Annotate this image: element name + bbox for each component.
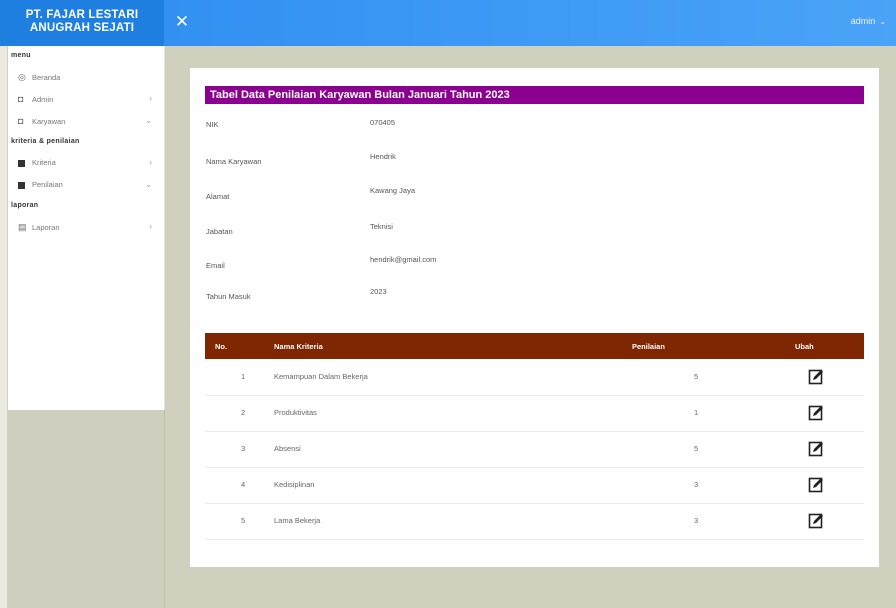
info-value-email: hendrik@gmail.com bbox=[370, 255, 437, 264]
edit-icon[interactable] bbox=[808, 369, 824, 385]
cell-no: 2 bbox=[241, 408, 246, 417]
cell-nama: Produktivitas bbox=[274, 408, 317, 417]
sidebar-item-admin[interactable]: ◘ Admin › bbox=[8, 88, 164, 110]
info-value-jabatan: Teknisi bbox=[370, 222, 393, 231]
cell-nama: Lama Bekerja bbox=[274, 516, 321, 525]
close-sidebar-icon[interactable]: ✕ bbox=[172, 12, 192, 32]
table-row: 4 Kedisiplinan 3 bbox=[205, 468, 864, 504]
table-row: 5 Lama Bekerja 3 bbox=[205, 504, 864, 540]
edit-icon[interactable] bbox=[808, 405, 824, 421]
cell-nilai: 3 bbox=[694, 480, 699, 489]
cell-nilai: 5 bbox=[694, 444, 699, 453]
info-label-tahun-masuk: Tahun Masuk bbox=[206, 292, 251, 301]
sidebar-item-karyawan[interactable]: ◘ Karyawan ⌄ bbox=[8, 110, 164, 132]
cell-nilai: 3 bbox=[694, 516, 699, 525]
info-value-nik: 070405 bbox=[370, 118, 396, 127]
sidebar-item-label: Admin bbox=[32, 95, 54, 104]
cell-nilai: 1 bbox=[694, 408, 699, 417]
chevron-down-icon: ⌄ bbox=[145, 116, 152, 125]
cell-no: 1 bbox=[241, 372, 246, 381]
cell-nama: Absensi bbox=[274, 444, 301, 453]
sidebar-item-kriteria[interactable]: Kriteria › bbox=[8, 152, 164, 174]
cell-no: 5 bbox=[241, 516, 246, 525]
user-name: admin bbox=[850, 16, 876, 26]
sidebar-item-label: Karyawan bbox=[32, 117, 66, 126]
grid-icon bbox=[18, 181, 25, 189]
chevron-down-icon: ⌄ bbox=[145, 180, 152, 189]
sidebar: menu ◎ Beranda ◘ Admin › ◘ Karyawan ⌄ kriteri… bbox=[8, 46, 165, 410]
table-row: 3 Absensi 5 bbox=[205, 432, 864, 468]
home-icon: ◎ bbox=[18, 72, 26, 82]
info-value-nama: Hendrik bbox=[370, 152, 396, 161]
sidebar-item-label: Beranda bbox=[32, 73, 61, 82]
sidebar-item-laporan[interactable]: ▤ Laporan › bbox=[8, 216, 164, 238]
sidebar-item-label: Penilaian bbox=[32, 180, 63, 189]
left-edge bbox=[0, 46, 8, 608]
col-header-nama-kriteria: Nama Kriteria bbox=[274, 342, 323, 351]
chevron-right-icon: › bbox=[149, 222, 152, 231]
grid-icon bbox=[18, 159, 25, 167]
users-icon: ◘ bbox=[18, 116, 24, 126]
col-header-ubah: Ubah bbox=[795, 342, 814, 351]
info-label-nik: NIK bbox=[206, 120, 219, 129]
section-menu: menu bbox=[11, 52, 31, 59]
sidebar-empty-area bbox=[8, 410, 165, 608]
brand-line-2: ANUGRAH SEJATI bbox=[29, 22, 135, 34]
col-header-no: No. bbox=[215, 342, 228, 351]
info-label-alamat: Alamat bbox=[206, 192, 230, 201]
cell-nilai: 5 bbox=[694, 372, 699, 381]
edit-icon[interactable] bbox=[808, 477, 824, 493]
sidebar-item-label: Kriteria bbox=[32, 158, 56, 167]
section-kriteria: kriteria & penilaian bbox=[11, 138, 80, 145]
info-label-email: Email bbox=[206, 261, 225, 270]
cell-no: 3 bbox=[241, 444, 246, 453]
sidebar-item-penilaian[interactable]: Penilaian ⌄ bbox=[8, 174, 164, 196]
table-header: No. Nama Kriteria Penilaian Ubah bbox=[205, 333, 864, 359]
col-header-penilaian: Penilaian bbox=[632, 342, 665, 351]
user-icon: ◘ bbox=[18, 94, 24, 104]
chevron-right-icon: › bbox=[149, 158, 152, 167]
section-laporan: laporan bbox=[11, 202, 39, 209]
edit-icon[interactable] bbox=[808, 441, 824, 457]
cell-no: 4 bbox=[241, 480, 246, 489]
edit-icon[interactable] bbox=[808, 513, 824, 529]
table-row: 2 Produktivitas 1 bbox=[205, 396, 864, 432]
info-label-jabatan: Jabatan bbox=[206, 227, 233, 236]
sidebar-item-label: Laporan bbox=[32, 223, 60, 232]
report-icon: ▤ bbox=[18, 222, 27, 232]
chevron-right-icon: › bbox=[149, 94, 152, 103]
sidebar-item-beranda[interactable]: ◎ Beranda bbox=[8, 66, 164, 88]
cell-nama: Kedisiplinan bbox=[274, 480, 315, 489]
cell-nama: Kemampuan Dalam Bekerja bbox=[274, 372, 368, 381]
info-label-nama: Nama Karyawan bbox=[206, 157, 262, 166]
table-row: 1 Kemampuan Dalam Bekerja 5 bbox=[205, 360, 864, 396]
chevron-down-icon: ⌄ bbox=[879, 17, 886, 26]
info-value-tahun-masuk: 2023 bbox=[370, 287, 387, 296]
brand-line-1: PT. FAJAR LESTARI bbox=[25, 9, 139, 21]
brand-logo[interactable]: PT. FAJAR LESTARI ANUGRAH SEJATI bbox=[0, 0, 164, 46]
user-menu[interactable]: admin ⌄ bbox=[851, 16, 886, 26]
page-title: Tabel Data Penilaian Karyawan Bulan Janu… bbox=[205, 86, 864, 104]
info-value-alamat: Kawang Jaya bbox=[370, 186, 416, 195]
